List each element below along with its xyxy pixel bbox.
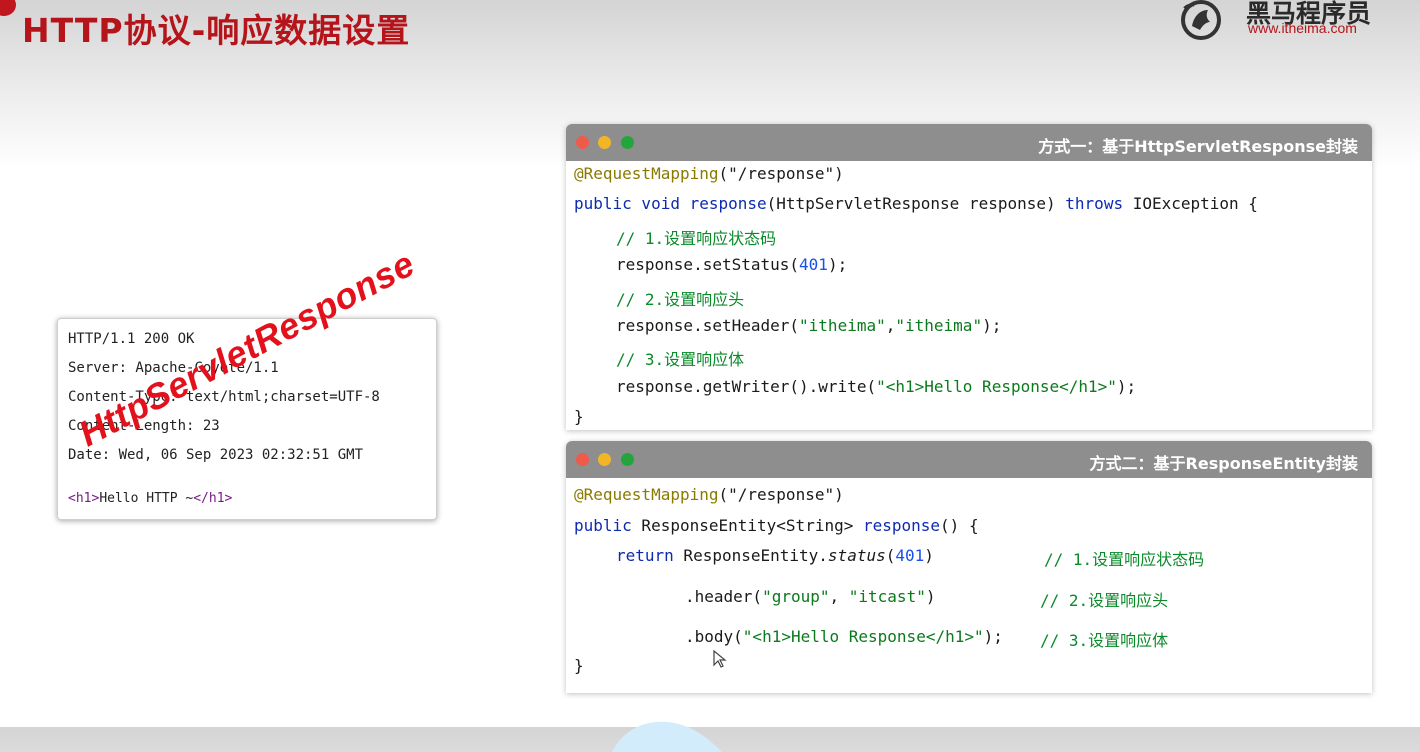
window-title: 方式一：基于HttpServletResponse封装 — [1038, 137, 1358, 156]
code-line: response.setStatus(401); — [616, 255, 848, 274]
window-titlebar: 方式二：基于ResponseEntity封装 — [566, 441, 1372, 478]
minimize-dot-icon — [598, 453, 611, 466]
brand-logo: 黑马程序员 www.itheima.com — [1176, 0, 1406, 48]
code-comment: // 1.设置响应状态码 — [616, 229, 777, 248]
corner-marker — [0, 0, 16, 16]
close-dot-icon — [576, 453, 589, 466]
maximize-dot-icon — [621, 136, 634, 149]
code-line: @RequestMapping("/response") — [574, 485, 844, 504]
code-line: public void response(HttpServletResponse… — [574, 194, 1258, 213]
code-comment: // 2.设置响应头 — [616, 290, 745, 309]
code-line: public ResponseEntity<String> response()… — [574, 516, 979, 535]
code-line: response.setHeader("itheima","itheima"); — [616, 316, 1002, 335]
code-comment: // 2.设置响应头 — [1040, 591, 1169, 610]
body-open-tag: <h1> — [68, 491, 100, 506]
maximize-dot-icon — [621, 453, 634, 466]
code-line: } — [574, 407, 584, 426]
code-line: .header("group", "itcast") — [685, 587, 936, 606]
code-line: @RequestMapping("/response") — [574, 164, 844, 183]
watermark-shape — [612, 721, 722, 752]
horse-logo-icon — [1181, 0, 1221, 40]
close-dot-icon — [576, 136, 589, 149]
header-date: Date: Wed, 06 Sep 2023 02:32:51 GMT — [68, 447, 364, 463]
body-close-tag: </h1> — [193, 491, 233, 506]
window-title: 方式二：基于ResponseEntity封装 — [1089, 454, 1358, 473]
code-comment: // 1.设置响应状态码 — [1044, 550, 1205, 569]
mouse-cursor-icon — [713, 650, 727, 668]
code-comment: // 3.设置响应体 — [1040, 631, 1169, 650]
body-text: Hello HTTP ~ — [99, 491, 194, 506]
window-titlebar: 方式一：基于HttpServletResponse封装 — [566, 124, 1372, 161]
code-block: @RequestMapping("/response") public Resp… — [574, 479, 1364, 691]
brand-url: www.itheima.com — [1248, 20, 1357, 36]
code-window-method-one: 方式一：基于HttpServletResponse封装 @RequestMapp… — [566, 124, 1372, 430]
code-line: return ResponseEntity.status(401) — [616, 546, 934, 565]
code-line: } — [574, 656, 584, 675]
response-body: <h1>Hello HTTP ~</h1> — [68, 491, 232, 506]
code-comment: // 3.设置响应体 — [616, 350, 745, 369]
code-line: .body("<h1>Hello Response</h1>"); — [685, 627, 1003, 646]
page-title: HTTP协议-响应数据设置 — [22, 11, 411, 50]
code-window-method-two: 方式二：基于ResponseEntity封装 @RequestMapping("… — [566, 441, 1372, 693]
code-line: response.getWriter().write("<h1>Hello Re… — [616, 377, 1137, 396]
minimize-dot-icon — [598, 136, 611, 149]
code-block: @RequestMapping("/response") public void… — [574, 162, 1364, 428]
